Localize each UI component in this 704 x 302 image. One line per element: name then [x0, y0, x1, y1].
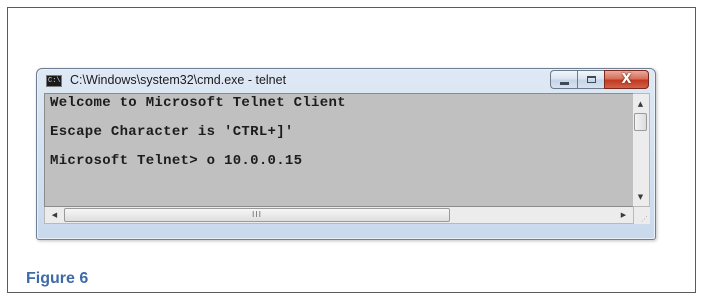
- horizontal-scroll-thumb[interactable]: III: [64, 208, 450, 222]
- scroll-up-icon[interactable]: ▲: [633, 96, 648, 111]
- close-button[interactable]: X: [604, 70, 649, 89]
- caption-buttons: X: [550, 70, 649, 90]
- scroll-down-icon[interactable]: ▼: [633, 189, 648, 204]
- cmd-app-icon-text: C:\: [48, 77, 61, 85]
- vertical-scroll-thumb[interactable]: [634, 113, 647, 131]
- cmd-app-icon[interactable]: C:\: [46, 75, 62, 87]
- console-output[interactable]: Welcome to Microsoft Telnet Client Escap…: [44, 93, 634, 207]
- minimize-icon: [559, 81, 569, 85]
- console-line: Escape Character is 'CTRL+]': [50, 124, 294, 140]
- scroll-right-icon[interactable]: ▶: [616, 207, 631, 222]
- maximize-icon: [586, 76, 596, 83]
- figure-caption: Figure 6: [26, 270, 89, 287]
- grip-icon: III: [251, 210, 263, 219]
- close-icon: X: [621, 72, 632, 87]
- console-line: Microsoft Telnet> o 10.0.0.15: [50, 153, 303, 169]
- minimize-button[interactable]: [550, 70, 577, 89]
- horizontal-scrollbar[interactable]: ◀ III ▶: [44, 207, 634, 224]
- resize-grip-icon[interactable]: ⋰: [634, 207, 650, 224]
- title-bar[interactable]: C:\ C:\Windows\system32\cmd.exe - telnet…: [37, 69, 655, 93]
- console-line: Welcome to Microsoft Telnet Client: [50, 95, 346, 111]
- maximize-button[interactable]: [577, 70, 604, 89]
- document-frame: C:\ C:\Windows\system32\cmd.exe - telnet…: [7, 7, 696, 293]
- window-title: C:\Windows\system32\cmd.exe - telnet: [70, 73, 287, 87]
- scroll-left-icon[interactable]: ◀: [47, 207, 62, 222]
- cmd-window: C:\ C:\Windows\system32\cmd.exe - telnet…: [36, 68, 656, 240]
- vertical-scrollbar[interactable]: ▲ ▼: [633, 93, 650, 207]
